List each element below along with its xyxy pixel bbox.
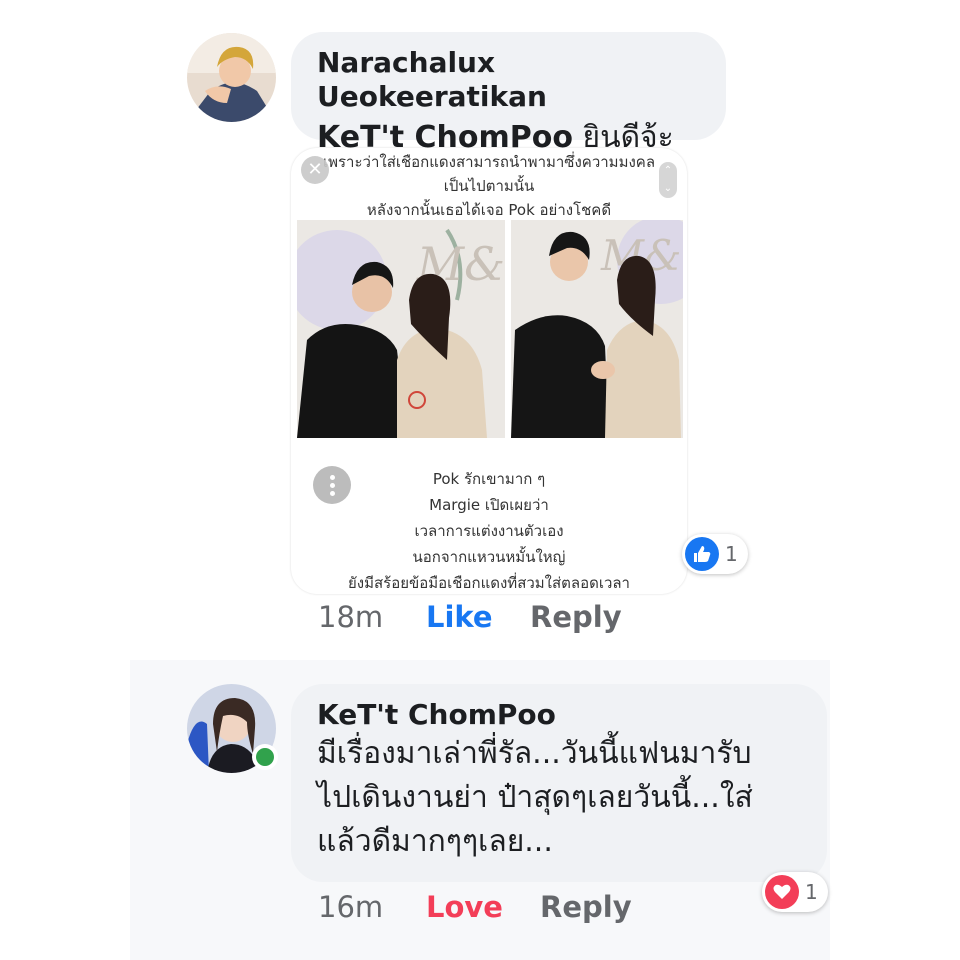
wedding-photo-left: M&p — [297, 220, 505, 438]
thumbs-up-icon — [685, 537, 719, 571]
like-button[interactable]: Like — [426, 600, 493, 634]
reaction-count: 1 — [725, 542, 738, 566]
comment-bubble: KeT't ChomPoo มีเรื่องมาเล่าพี่รัล...วัน… — [291, 684, 827, 882]
comment-text-line: ไปเดินงานย่า ป๋าสุดๆเลยวันนี้...ใส่ — [317, 780, 753, 815]
caption-line: Pok รักเขามาก ๆ — [432, 470, 546, 488]
reaction-count: 1 — [805, 880, 818, 904]
caption-line: เวลาการแต่งงานตัวเอง — [414, 522, 564, 540]
reaction-summary[interactable]: 1 — [762, 872, 828, 912]
avatar-narachalux[interactable] — [187, 33, 276, 122]
caption-line: หลังจากนั้นเธอได้เจอ Pok อย่างโชคดี — [366, 201, 612, 219]
comment-text-line: มีเรื่องมาเล่าพี่รัล...วันนี้แฟนมารับ — [317, 736, 752, 771]
reply-button[interactable]: Reply — [530, 600, 622, 634]
wedding-photo-right: M&p — [511, 220, 683, 438]
online-status-dot — [252, 744, 278, 770]
close-icon[interactable]: ✕ — [301, 156, 329, 184]
caption-line: Margie เปิดเผยว่า — [429, 496, 549, 514]
comment-author[interactable]: Narachalux Ueokeeratikan — [317, 46, 700, 114]
attachment-image[interactable]: เพราะว่าใส่เชือกแดงสามารถนำพามาซึ่งความม… — [291, 148, 687, 594]
reaction-summary[interactable]: 1 — [682, 534, 748, 574]
love-button[interactable]: Love — [426, 890, 503, 924]
comment-timestamp: 18m — [318, 600, 384, 634]
comment-timestamp: 16m — [318, 890, 384, 924]
heart-icon — [765, 875, 799, 909]
caption-line: เป็นไปตามนั้น — [443, 177, 535, 195]
reply-button[interactable]: Reply — [540, 890, 632, 924]
caption-line: นอกจากแหวนหมั้นใหญ่ — [412, 548, 566, 566]
comment-bubble: Narachalux Ueokeeratikan KeT't ChomPoo ย… — [291, 32, 726, 155]
caption-line: เพราะว่าใส่เชือกแดงสามารถนำพามาซึ่งความม… — [322, 153, 656, 171]
comment-text-line: แล้วดีมากๆๆเลย... — [317, 824, 553, 859]
caption-line: ยังมีสร้อยข้อมือเชือกแดงที่สวมใส่ตลอดเวล… — [348, 574, 630, 592]
scroll-handle-icon[interactable]: ⌃ ⌄ — [659, 162, 677, 198]
comment-author[interactable]: KeT't ChomPoo — [317, 698, 801, 732]
